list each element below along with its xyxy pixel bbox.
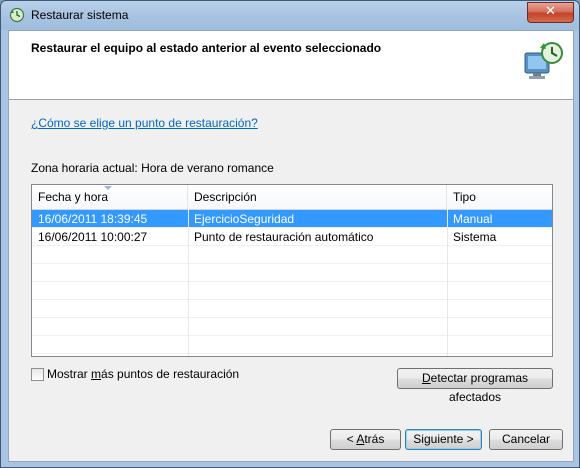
page-title: Restaurar el equipo al estado anterior a… (31, 41, 382, 55)
system-restore-icon (9, 7, 25, 23)
next-button[interactable]: Siguiente > (405, 429, 482, 450)
empty-row (32, 282, 552, 300)
show-more-checkbox[interactable] (31, 368, 44, 381)
wizard-header: Restaurar el equipo al estado anterior a… (9, 31, 573, 100)
close-button[interactable]: ✕ (527, 2, 574, 23)
empty-row (32, 336, 552, 354)
restore-points-table[interactable]: Fecha y hora Descripción Tipo 16/06/2011… (31, 184, 553, 357)
cell-description: EjercicioSeguridad (194, 212, 295, 226)
column-divider (188, 209, 189, 356)
cell-type: Sistema (453, 230, 497, 244)
cell-date: 16/06/2011 18:39:45 (38, 212, 148, 226)
window-title: Restaurar sistema (31, 8, 129, 22)
column-header-date[interactable]: Fecha y hora (32, 185, 188, 209)
cell-type: Manual (453, 212, 493, 226)
table-row[interactable]: 16/06/2011 10:00:27 Punto de restauració… (32, 228, 552, 246)
empty-row (32, 318, 552, 336)
wizard-body: Restaurar el equipo al estado anterior a… (8, 30, 574, 462)
empty-row (32, 264, 552, 282)
column-header-description[interactable]: Descripción (188, 185, 447, 209)
table-row[interactable]: 16/06/2011 18:39:45 EjercicioSeguridad M… (32, 210, 552, 228)
empty-row (32, 246, 552, 264)
timezone-label: Zona horaria actual: Hora de verano roma… (31, 161, 274, 175)
table-header: Fecha y hora Descripción Tipo (32, 185, 552, 210)
title-bar[interactable]: Restaurar sistema ✕ (1, 1, 579, 30)
system-restore-large-icon (524, 42, 563, 79)
back-button[interactable]: < Atrás (330, 429, 401, 450)
detect-affected-programs-button[interactable]: Detectar programas afectados (397, 368, 553, 404)
column-divider (447, 209, 448, 356)
help-link[interactable]: ¿Cómo se elige un punto de restauración? (31, 116, 258, 130)
cancel-button[interactable]: Cancelar (489, 429, 563, 450)
column-header-type[interactable]: Tipo (447, 185, 552, 209)
sort-indicator-icon (104, 186, 112, 190)
cell-description: Punto de restauración automático (194, 230, 374, 244)
show-more-label[interactable]: Mostrar más puntos de restauración (47, 367, 239, 381)
cell-date: 16/06/2011 10:00:27 (38, 230, 148, 244)
restore-window: Restaurar sistema ✕ Restaurar el equipo … (0, 0, 580, 468)
empty-row (32, 300, 552, 318)
